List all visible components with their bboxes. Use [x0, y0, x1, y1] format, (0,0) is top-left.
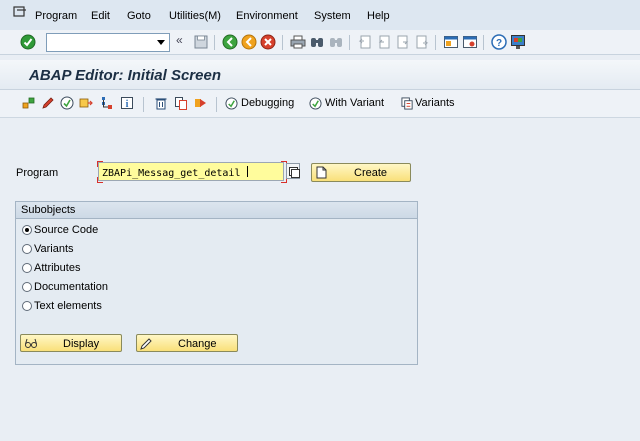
menu-program[interactable]: Program — [35, 10, 77, 22]
create-label: Create — [354, 167, 388, 179]
change-pencil-icon — [140, 338, 152, 350]
customize-layout-icon[interactable] — [510, 34, 526, 50]
value-help-icon-back — [291, 169, 300, 178]
display-glasses-icon — [25, 338, 37, 348]
radio-label: Variants — [34, 243, 74, 255]
radio-label: Documentation — [34, 281, 108, 293]
program-label: Program — [16, 167, 59, 179]
back-icon[interactable] — [222, 34, 238, 50]
create-icon — [316, 166, 327, 179]
find-next-icon[interactable] — [328, 34, 344, 50]
print-icon[interactable] — [290, 34, 306, 50]
program-input[interactable]: ZBAPi_Messag_get_detail — [98, 162, 284, 181]
menu-goto[interactable]: Goto — [127, 10, 151, 22]
text-cursor — [246, 166, 248, 177]
activate-icon[interactable] — [79, 96, 93, 110]
radio-button[interactable] — [22, 263, 32, 273]
command-field[interactable] — [46, 33, 170, 52]
menu-utilities[interactable]: Utilities(M) — [169, 10, 221, 22]
last-page-icon[interactable] — [414, 34, 430, 50]
where-used-icon[interactable] — [100, 96, 114, 110]
change-button[interactable]: Change — [136, 334, 238, 352]
dropdown-arrow-icon[interactable] — [157, 40, 165, 45]
change-label: Change — [178, 338, 217, 350]
toolbar-separator — [483, 35, 484, 50]
toolbar-separator — [216, 97, 217, 112]
with-variant-label: With Variant — [325, 97, 385, 109]
variants-label: Variants — [415, 97, 455, 109]
svg-text:?: ? — [496, 38, 502, 49]
subobjects-header: Subobjects — [16, 202, 417, 219]
create-button[interactable]: Create — [311, 163, 411, 182]
radio-button[interactable] — [22, 282, 32, 292]
toolbar-separator — [282, 35, 283, 50]
help-icon[interactable]: ? — [491, 34, 507, 50]
menu-edit[interactable]: Edit — [91, 10, 110, 22]
display-label: Display — [63, 338, 100, 350]
debugging-label: Debugging — [241, 97, 295, 109]
edit-pencil-icon[interactable] — [41, 96, 55, 110]
direct-processing-icon[interactable] — [194, 96, 208, 110]
toolbar-separator — [349, 35, 350, 50]
focus-corner — [97, 161, 103, 167]
menu-system[interactable]: System — [314, 10, 351, 22]
copy-icon[interactable] — [174, 96, 188, 110]
delete-icon[interactable] — [154, 96, 168, 110]
radio-button[interactable] — [22, 225, 32, 235]
new-session-icon[interactable] — [443, 34, 459, 50]
radio-label: Attributes — [34, 262, 81, 274]
menu-bar: Program Edit Goto Utilities(M) Environme… — [0, 0, 640, 30]
display-button[interactable]: Display — [20, 334, 122, 352]
find-icon[interactable] — [309, 34, 325, 50]
radio-button[interactable] — [22, 301, 32, 311]
value-help-button[interactable] — [286, 163, 300, 179]
subobjects-title: Subobjects — [21, 204, 76, 216]
title-bar: ABAP Editor: Initial Screen — [0, 60, 640, 90]
toolbar-separator — [214, 35, 215, 50]
menu-environment[interactable]: Environment — [236, 10, 298, 22]
application-toolbar: i Debugging With Variant Variants — [0, 90, 640, 118]
previous-page-icon[interactable] — [376, 34, 392, 50]
enter-icon[interactable] — [20, 34, 36, 50]
radio-button[interactable] — [22, 244, 32, 254]
other-object-icon[interactable] — [22, 96, 36, 110]
with-variant-icon — [309, 97, 322, 110]
save-icon[interactable] — [193, 34, 209, 50]
next-page-icon[interactable] — [395, 34, 411, 50]
radio-label: Text elements — [34, 300, 102, 312]
info-icon[interactable]: i — [120, 96, 134, 110]
focus-corner — [97, 177, 103, 183]
cancel-icon[interactable] — [260, 34, 276, 50]
toolbar-separator — [435, 35, 436, 50]
program-input-value: ZBAPi_Messag_get_detail — [102, 168, 241, 179]
svg-text:i: i — [126, 99, 129, 110]
back-nav-icon[interactable]: « — [176, 33, 192, 49]
page-title: ABAP Editor: Initial Screen — [29, 67, 221, 84]
variants-icon — [401, 97, 413, 110]
system-menu-icon[interactable] — [13, 6, 27, 18]
debugging-icon — [225, 97, 238, 110]
first-page-icon[interactable] — [357, 34, 373, 50]
menu-help[interactable]: Help — [367, 10, 390, 22]
radio-label: Source Code — [34, 224, 99, 236]
check-icon[interactable] — [60, 96, 74, 110]
exit-icon[interactable] — [241, 34, 257, 50]
toolbar-separator — [143, 97, 144, 112]
shortcut-icon[interactable] — [462, 34, 478, 50]
